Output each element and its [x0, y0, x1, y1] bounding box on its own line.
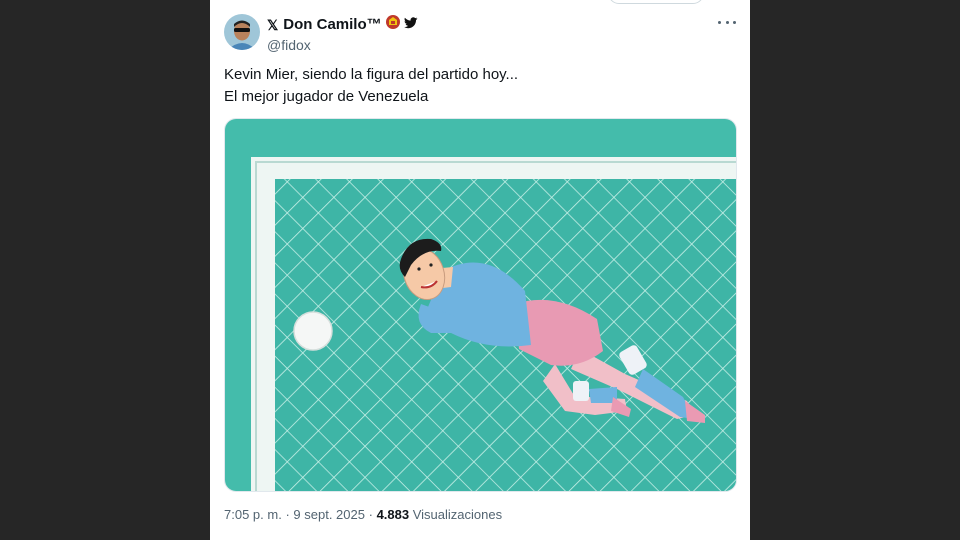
x-logo-icon: 𝕏: [267, 16, 279, 33]
bird-icon: [403, 16, 418, 34]
tweet-time[interactable]: 7:05 p. m.: [224, 507, 282, 522]
avatar[interactable]: [224, 14, 260, 50]
display-name[interactable]: Don Camilo™: [283, 16, 381, 34]
more-options-icon[interactable]: [718, 16, 736, 28]
tweet-text-line: Kevin Mier, siendo la figura del partido…: [224, 66, 519, 83]
user-handle[interactable]: @fidox: [267, 37, 418, 54]
author-block: 𝕏 Don Camilo™ @fidox: [267, 14, 418, 54]
views-count: 4.883: [376, 507, 410, 522]
tweet-card: 𝕏 Don Camilo™ @fidox Kevin Mier, siendo …: [210, 0, 750, 540]
tweet-meta: 7:05 p. m. · 9 sept. 2025 · 4.883 Visual…: [224, 507, 502, 522]
tweet-media-image[interactable]: [224, 118, 737, 492]
display-name-line[interactable]: 𝕏 Don Camilo™: [267, 14, 418, 35]
meta-separator: ·: [368, 507, 373, 522]
top-action-pill[interactable]: [608, 0, 704, 4]
tweet-text: Kevin Mier, siendo la figura del partido…: [224, 64, 734, 108]
red-badge-icon: [385, 14, 401, 35]
tweet-text-line: El mejor jugador de Venezuela: [224, 88, 429, 105]
tweet-date[interactable]: 9 sept. 2025: [293, 507, 365, 522]
views-label: Visualizaciones: [412, 507, 503, 522]
meta-separator: ·: [285, 507, 290, 522]
